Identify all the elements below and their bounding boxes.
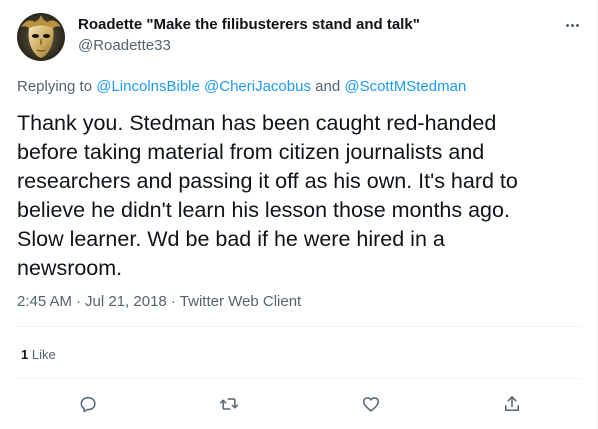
author-name[interactable]: Roadette "Make the filibusterers stand a… [78, 15, 420, 35]
tweet-detail: Roadette "Make the filibusterers stand a… [0, 0, 598, 429]
likes-label: Like [31, 347, 56, 362]
mention-link[interactable]: @ScottMStedman [344, 78, 466, 95]
replying-prefix: Replying to [17, 78, 93, 95]
heart-icon[interactable] [358, 391, 384, 417]
mention-link[interactable]: @LincolnsBible [96, 78, 200, 95]
dot [570, 23, 574, 27]
tweet-client[interactable]: Twitter Web Client [180, 293, 301, 310]
action-bar [0, 391, 598, 417]
tweet-time[interactable]: 2:45 AM [17, 293, 72, 310]
separator: · [76, 293, 82, 310]
replying-to: Replying to @LincolnsBible @CheriJacobus… [17, 77, 466, 97]
tweet-text-line: before taking material from citizen jour… [17, 140, 485, 164]
tweet-text-line: newsroom. [17, 256, 123, 280]
tweet-date[interactable]: Jul 21, 2018 [85, 293, 167, 310]
mention-link[interactable]: @CheriJacobus [204, 78, 311, 95]
tweet-text-line: Thank you. Stedman has been caught red-h… [17, 111, 497, 135]
tweet-metadata: 2:45 AM · Jul 21, 2018 · Twitter Web Client [17, 292, 301, 312]
mask-avatar-image [17, 13, 65, 61]
author-handle[interactable]: @Roadette33 [78, 36, 171, 56]
divider [17, 378, 581, 379]
tweet-text-line: Slow learner. Wd be bad if he were hired… [17, 227, 445, 251]
separator: · [170, 293, 176, 310]
dot [565, 23, 569, 27]
avatar[interactable] [17, 13, 65, 61]
replying-and: and [315, 78, 341, 95]
retweet-icon[interactable] [216, 391, 242, 417]
likes-count[interactable]: 1 Like [21, 345, 56, 365]
reply-icon[interactable] [75, 391, 101, 417]
tweet-text-line: believe he didn't learn his lesson those… [17, 198, 510, 222]
share-icon[interactable] [499, 391, 525, 417]
tweet-text: Thank you. Stedman has been caught red-h… [17, 109, 587, 283]
more-options-icon[interactable] [558, 13, 586, 37]
dot [575, 23, 579, 27]
likes-number: 1 [21, 347, 29, 362]
tweet-text-line: researchers and passing it off as his ow… [17, 169, 518, 193]
divider [17, 326, 581, 327]
